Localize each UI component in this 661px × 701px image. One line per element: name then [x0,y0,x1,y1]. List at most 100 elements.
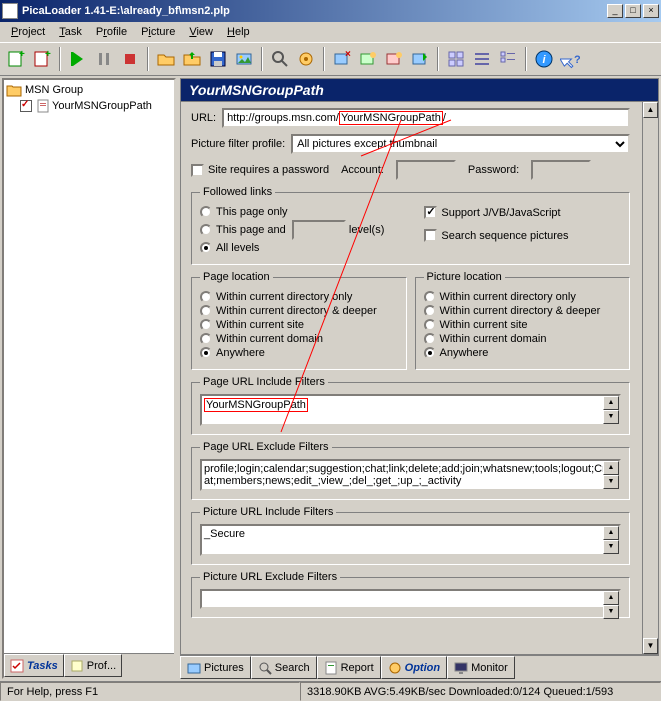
followed-legend: Followed links [200,186,275,198]
filter-profile-select[interactable]: All pictures except thumbnail [291,134,630,154]
minimize-button[interactable]: _ [607,4,623,18]
tab-pictures[interactable]: Pictures [180,656,251,679]
scroll-up-icon[interactable]: ▲ [643,102,658,118]
menubar: Project Task Profile Picture View Help [0,22,661,42]
stop-button[interactable] [118,47,142,71]
svg-text:?: ? [574,54,580,66]
new-profile-button[interactable]: + [30,47,54,71]
view-detail-button[interactable] [496,47,520,71]
settings-button[interactable] [294,47,318,71]
picture-location-group: Picture location Within current director… [415,271,631,370]
pause-button[interactable] [92,47,116,71]
info-button[interactable]: i [532,47,556,71]
statusbar: For Help, press F1 3318.90KB AVG:5.49KB/… [0,681,661,701]
page-loc-dir-only[interactable]: Within current directory only [200,291,398,303]
pic-include-filter-input[interactable]: _Secure ▲▼ [200,524,621,556]
radio-this-and[interactable]: This page and level(s) [200,220,384,240]
menu-project[interactable]: Project [4,24,52,40]
spin-up-icon[interactable]: ▲ [603,396,619,410]
pic-exclude-filter-input[interactable]: ▲▼ [200,589,621,609]
pic-action2-button[interactable] [382,47,406,71]
password-input[interactable] [531,160,591,180]
monitor-icon [454,661,468,675]
status-help: For Help, press F1 [0,682,300,701]
pic-action3-button[interactable] [408,47,432,71]
tab-search[interactable]: Search [251,656,317,679]
spin-down-icon[interactable]: ▼ [603,540,619,554]
titlebar: PicaLoader 1.41-E:\already_bf\msn2.plp _… [0,0,661,22]
pic-loc-dir-only[interactable]: Within current directory only [424,291,622,303]
report-icon [324,661,338,675]
account-input[interactable] [396,160,456,180]
option-icon [388,661,402,675]
close-button[interactable]: × [643,4,659,18]
tab-report[interactable]: Report [317,656,381,679]
pictures-icon [187,661,201,675]
view-thumb-button[interactable] [444,47,468,71]
page-exclude-filter-group: Page URL Exclude Filters profile;login;c… [191,441,630,500]
password-label: Password: [468,164,519,176]
menu-profile[interactable]: Profile [89,24,134,40]
site-password-checkbox[interactable]: Site requires a password [191,164,329,177]
pic-loc-site[interactable]: Within current site [424,319,622,331]
menu-help[interactable]: Help [220,24,257,40]
pic-loc-dir-deeper[interactable]: Within current directory & deeper [424,305,622,317]
page-inc-legend: Page URL Include Filters [200,376,328,388]
spin-up-icon[interactable]: ▲ [603,461,619,475]
followed-links-group: Followed links This page only This page … [191,186,630,265]
page-loc-anywhere[interactable]: Anywhere [200,347,398,359]
tab-monitor[interactable]: Monitor [447,656,515,679]
help-button[interactable]: ? [558,47,582,71]
scroll-down-icon[interactable]: ▼ [643,638,658,654]
app-icon [2,3,18,19]
save-button[interactable] [206,47,230,71]
tree-root[interactable]: MSN Group [6,82,172,98]
tree-child[interactable]: YourMSNGroupPath [6,98,172,114]
play-button[interactable] [66,47,90,71]
tree-checkbox[interactable] [20,100,32,112]
spin-down-icon[interactable]: ▼ [603,410,619,424]
pic-loc-anywhere[interactable]: Anywhere [424,347,622,359]
left-tab-tasks-label: Tasks [27,660,58,672]
window-title: PicaLoader 1.41-E:\already_bf\msn2.plp [22,5,607,17]
tree-child-label: YourMSNGroupPath [52,100,152,112]
page-loc-site[interactable]: Within current site [200,319,398,331]
search-button[interactable] [268,47,292,71]
profiles-icon [70,659,84,673]
open-button[interactable] [154,47,178,71]
radio-all-levels[interactable]: All levels [200,242,384,254]
document-icon [36,99,50,113]
maximize-button[interactable]: □ [625,4,641,18]
menu-view[interactable]: View [182,24,220,40]
delete-pic-button[interactable]: × [330,47,354,71]
tab-option[interactable]: Option [381,656,447,679]
new-task-button[interactable]: + [4,47,28,71]
menu-picture[interactable]: Picture [134,24,182,40]
page-loc-domain[interactable]: Within current domain [200,333,398,345]
picture-button[interactable] [232,47,256,71]
radio-this-only[interactable]: This page only [200,206,384,218]
spin-up-icon[interactable]: ▲ [603,526,619,540]
menu-task[interactable]: Task [52,24,89,40]
spin-down-icon[interactable]: ▼ [603,605,619,619]
page-include-filter-input[interactable]: YourMSNGroupPath ▲▼ [200,394,621,426]
url-input[interactable]: http://groups.msn.com/YourMSNGroupPath/ [222,108,630,128]
pic-action1-button[interactable] [356,47,380,71]
task-tree-panel: MSN Group YourMSNGroupPath Tasks Prof... [2,78,176,679]
pic-loc-domain[interactable]: Within current domain [424,333,622,345]
page-loc-dir-deeper[interactable]: Within current directory & deeper [200,305,398,317]
spin-up-icon[interactable]: ▲ [603,591,619,605]
left-tab-tasks[interactable]: Tasks [4,654,64,677]
pic-loc-legend: Picture location [424,271,505,283]
view-list-button[interactable] [470,47,494,71]
pic-include-filter-group: Picture URL Include Filters _Secure ▲▼ [191,506,630,565]
search-seq-checkbox[interactable]: Search sequence pictures [424,229,568,242]
url-highlight: YourMSNGroupPath [339,111,443,125]
vertical-scrollbar[interactable]: ▲ ▼ [642,102,658,654]
page-exclude-filter-input[interactable]: profile;login;calendar;suggestion;chat;l… [200,459,621,491]
levels-input[interactable] [292,220,346,240]
spin-down-icon[interactable]: ▼ [603,475,619,489]
export-button[interactable] [180,47,204,71]
left-tab-profiles[interactable]: Prof... [64,654,122,677]
support-js-checkbox[interactable]: Support J/VB/JavaScript [424,206,568,219]
